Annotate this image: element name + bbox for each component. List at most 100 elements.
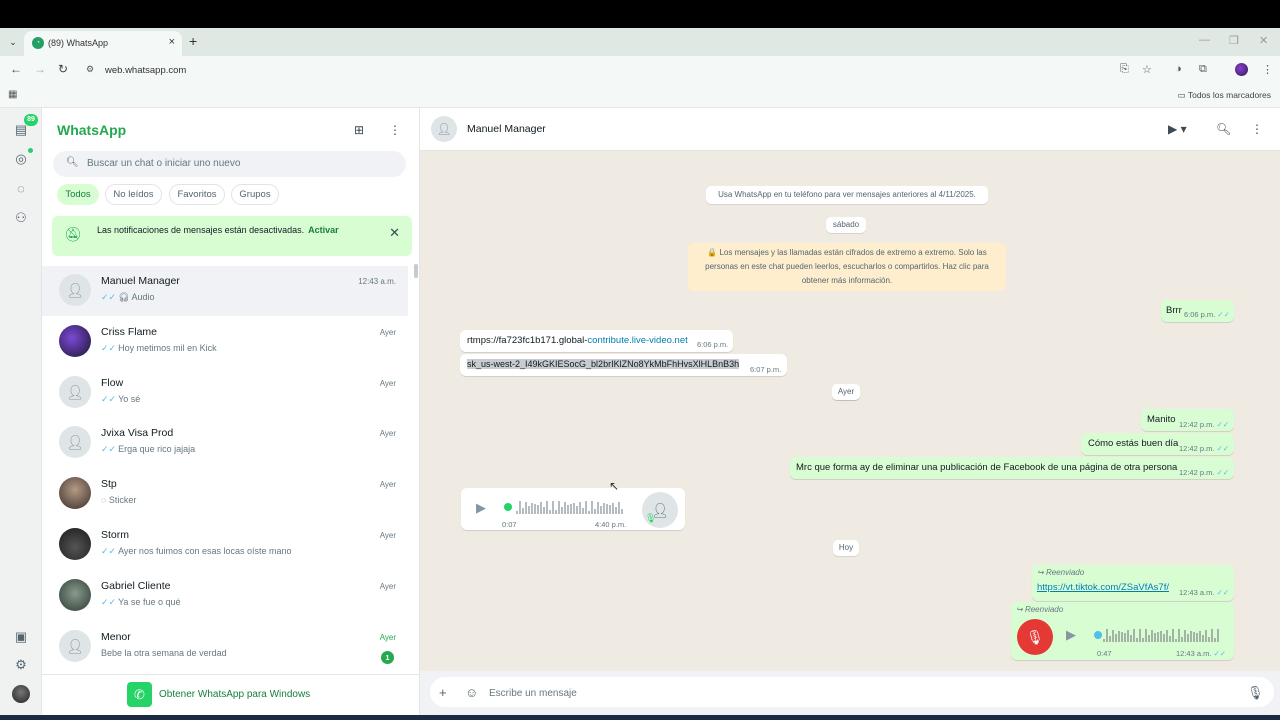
chat-preview-text: Erga que rico jajaja — [118, 444, 196, 454]
message-out[interactable]: Mrc que forma ay de eliminar una publica… — [790, 457, 1234, 479]
message-out[interactable]: Cómo estás buen día 12:42 p.m. ✓✓ — [1081, 433, 1234, 455]
chat-list-scrollbar[interactable] — [414, 264, 418, 278]
filter-favoritos[interactable]: Favoritos — [169, 184, 225, 205]
communities-icon[interactable]: ⚇ — [12, 210, 30, 226]
tab-search-icon[interactable]: ⌄ — [6, 35, 20, 49]
whatsapp-logo-icon: ✆ — [127, 682, 152, 707]
search-messages-icon[interactable]: 🔍︎ — [1216, 122, 1231, 136]
chat-item-jvixa[interactable]: 👤︎ Jvixa Visa Prod ✓✓ Erga que rico jajaj… — [42, 418, 408, 468]
back-icon[interactable]: ← — [10, 62, 22, 76]
chat-item-manuel-manager[interactable]: 👤︎ Manuel Manager ✓✓ 🎧︎ Audio 12:43 a.m. — [42, 266, 408, 316]
chat-item-stp[interactable]: Stp ◌ Sticker Ayer — [42, 469, 408, 519]
status-icon[interactable]: ◎ — [12, 151, 30, 167]
waveform-bar — [600, 506, 602, 514]
voice-record-icon[interactable]: 🎙︎ — [1247, 685, 1264, 701]
chat-item-menor[interactable]: 👤︎ Menor Bebe la otra semana de verdad A… — [42, 622, 408, 672]
play-icon[interactable]: ▶ — [1066, 627, 1076, 643]
video-call-icon[interactable]: ▶ ▾ — [1168, 122, 1187, 136]
chat-time: Ayer — [379, 328, 396, 337]
date-separator-today: Hoy — [833, 540, 859, 556]
message-in[interactable]: rtmps://fa723fc1b171.global-contribute.l… — [460, 330, 733, 352]
waveform-bar — [576, 505, 578, 514]
url-field[interactable]: ⚙ web.whatsapp.com — [82, 60, 1172, 80]
waveform-bar — [1130, 635, 1132, 642]
message-out[interactable]: Manito 12:42 p.m. ✓✓ — [1141, 409, 1234, 431]
filter-todos[interactable]: Todos — [57, 184, 99, 205]
get-app-banner[interactable]: ✆ Obtener WhatsApp para Windows — [42, 674, 420, 715]
media-icon[interactable]: ▣ — [12, 629, 30, 645]
conversation-menu-icon[interactable]: ⋮ — [1251, 122, 1263, 136]
message-time: 4:40 p.m. — [595, 520, 627, 529]
waveform-bar — [1139, 629, 1141, 642]
browser-tab[interactable]: ◔ (89) WhatsApp × — [24, 31, 182, 56]
forward-icon[interactable]: → — [34, 62, 46, 76]
bookmark-star-icon[interactable]: ☆ — [1142, 63, 1152, 76]
default-avatar-icon: 👤︎ — [59, 376, 91, 408]
conversation-header[interactable]: 👤︎ Manuel Manager ▶ ▾ 🔍︎ ⋮ — [420, 108, 1280, 151]
settings-icon[interactable]: ⚙ — [12, 657, 30, 673]
menu-icon[interactable]: ⋮ — [389, 123, 401, 137]
install-app-icon[interactable]: ⎘ — [1120, 63, 1129, 76]
waveform-bar — [1175, 638, 1177, 642]
double-check-icon: ✓✓ — [101, 546, 117, 556]
chat-item-criss-flame[interactable]: Criss Flame ✓✓ Hoy metimos mil en Kick Ay… — [42, 317, 408, 367]
chat-preview-text: Yo sé — [118, 394, 141, 404]
waveform-bar — [1133, 629, 1135, 642]
waveform-bar — [546, 501, 548, 514]
voice-message-in[interactable]: ▶ 0:07 4:40 p.m. 👤︎ 🎙︎ — [461, 488, 685, 530]
message-out[interactable]: Brrr 6:06 p.m. ✓✓ — [1161, 300, 1234, 322]
waveform-bar — [612, 502, 614, 514]
waveform-bar — [1154, 633, 1156, 642]
playback-dot[interactable] — [1094, 631, 1102, 639]
close-banner-icon[interactable]: ✕ — [389, 225, 400, 241]
forwarded-message-out[interactable]: ↪ Reenviado https://vt.tiktok.com/ZSaVfA… — [1032, 565, 1234, 601]
chat-item-flow[interactable]: 👤︎ Flow ✓✓ Yo sé Ayer — [42, 368, 408, 418]
chat-item-storm[interactable]: Storm ✓✓ Ayer nos fuimos con esas locas o… — [42, 520, 408, 570]
filter-grupos[interactable]: Grupos — [231, 184, 279, 205]
attach-plus-icon[interactable]: + — [439, 685, 447, 700]
waveform-bar — [606, 504, 608, 514]
contact-name[interactable]: Manuel Manager — [467, 123, 546, 135]
extensions-puzzle-icon[interactable]: ⧉ — [1199, 63, 1207, 76]
waveform-bar — [603, 502, 605, 514]
all-bookmarks[interactable]: ▭ Todos los marcadores — [1178, 90, 1271, 101]
my-profile-avatar[interactable] — [12, 685, 30, 703]
message-link[interactable]: contribute.live-video.net — [587, 335, 687, 346]
audio-duration: 0:47 — [1097, 649, 1112, 658]
new-chat-icon[interactable]: ⊞ — [354, 123, 364, 137]
forwarded-voice-message-out[interactable]: ↪ Reenviado 🎙︎ ▶ 0:47 12:43 a.m. ✓✓ — [1011, 602, 1234, 660]
activate-link[interactable]: Activar — [308, 225, 339, 235]
contact-avatar-icon[interactable]: 👤︎ — [431, 116, 457, 142]
reload-icon[interactable]: ↻ — [58, 62, 68, 76]
message-time: 12:42 p.m. ✓✓ — [1179, 468, 1229, 477]
search-field[interactable]: 🔍︎ Buscar un chat o iniciar uno nuevo — [53, 151, 406, 177]
waveform-bar — [552, 501, 554, 514]
apps-grid-icon[interactable]: ▦ — [8, 89, 17, 100]
browser-menu-icon[interactable]: ⋮ — [1262, 63, 1273, 76]
profile-avatar[interactable] — [1235, 63, 1248, 76]
waveform-bar — [1160, 631, 1162, 642]
message-link[interactable]: https://vt.tiktok.com/ZSaVfAs7f/ — [1037, 582, 1169, 593]
minimize-icon[interactable]: — — [1199, 34, 1210, 46]
waveform-bar — [1202, 634, 1204, 642]
play-icon[interactable]: ▶ — [476, 500, 486, 516]
message-in[interactable]: sk_us-west-2_I49kGKIESocG_bl2brIKlZNo8Yk… — [460, 354, 787, 376]
chat-preview: ✓✓ Hoy metimos mil en Kick — [101, 343, 217, 354]
extension-icon[interactable]: ◑ — [1175, 63, 1182, 75]
channels-icon[interactable]: ◌ — [12, 181, 30, 196]
close-window-icon[interactable]: ✕ — [1259, 34, 1268, 47]
audio-waveform[interactable] — [1103, 628, 1221, 642]
restore-icon[interactable]: ❐ — [1229, 34, 1239, 47]
close-tab-icon[interactable]: × — [169, 36, 175, 48]
waveform-bar — [1151, 630, 1153, 642]
sticker-emoji-icon[interactable]: ☺ — [465, 685, 478, 700]
encryption-notice[interactable]: 🔒 Los mensajes y las llamadas están cifr… — [688, 243, 1006, 291]
message-text: Cómo estás buen día — [1088, 438, 1179, 449]
filter-no-leidos[interactable]: No leídos — [105, 184, 162, 205]
message-time-text: 6:06 p.m. — [1184, 310, 1216, 319]
playback-dot[interactable] — [504, 503, 512, 511]
site-info-icon[interactable]: ⚙ — [86, 64, 94, 75]
audio-waveform[interactable] — [516, 500, 624, 514]
chat-item-gabriel-cliente[interactable]: Gabriel Cliente ✓✓ Ya se fue o qué Ayer — [42, 571, 408, 621]
new-tab-icon[interactable]: + — [189, 33, 197, 49]
